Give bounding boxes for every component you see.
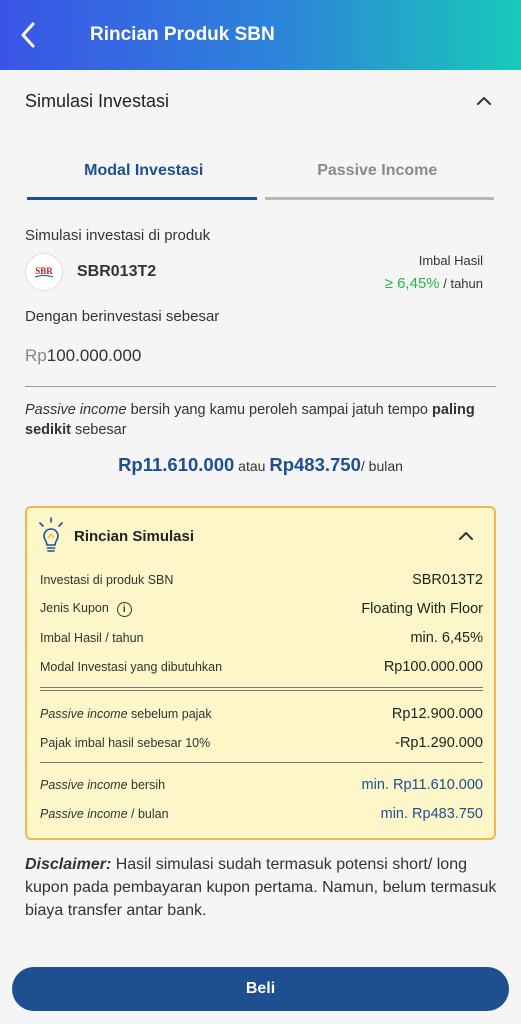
- row-label-rest: sebelum pajak: [127, 707, 212, 721]
- buy-button[interactable]: Beli: [12, 967, 509, 1011]
- tab-label: Modal Investasi: [84, 162, 204, 179]
- passive-text-end: sebesar: [70, 422, 127, 438]
- tab-indicator: [264, 197, 494, 200]
- detail-card-header[interactable]: Rincian Simulasi: [27, 508, 494, 564]
- divider: [40, 762, 483, 763]
- yield-value: ≥ 6,45% / tahun: [385, 275, 483, 292]
- page-title: Rincian Produk SBN: [90, 24, 275, 45]
- detail-row: Modal Investasi yang dibutuhkan Rp100.00…: [40, 659, 483, 675]
- row-value: Floating With Floor: [361, 601, 483, 617]
- row-label-italic: Passive income: [40, 807, 128, 821]
- product-intro-label: Simulasi investasi di produk: [25, 227, 211, 244]
- row-value: Rp12.900.000: [391, 706, 483, 722]
- info-icon[interactable]: i: [116, 601, 132, 617]
- section-title: Simulasi Investasi: [25, 90, 170, 111]
- passive-income-description: Passive income bersih yang kamu peroleh …: [25, 400, 497, 440]
- total-passive-income: Rp11.610.000: [118, 454, 235, 475]
- detail-row: Investasi di produk SBN SBR013T2: [40, 572, 483, 588]
- back-arrow-icon: [21, 22, 35, 48]
- chevron-up-icon[interactable]: [455, 525, 477, 547]
- row-value: Rp100.000.000: [383, 659, 483, 675]
- detail-row: Passive income bersih min. Rp11.610.000: [40, 777, 483, 793]
- row-label: Modal Investasi yang dibutuhkan: [40, 660, 223, 674]
- row-label-italic: Passive income: [40, 707, 128, 721]
- row-value: -Rp1.290.000: [395, 735, 483, 751]
- row-value: min. 6,45%: [410, 630, 483, 646]
- detail-row: Passive income / bulan min. Rp483.750: [40, 806, 483, 822]
- yield-number: ≥ 6,45%: [384, 275, 440, 292]
- row-label: Imbal Hasil / tahun: [40, 631, 144, 645]
- disclaimer-text: Disclaimer: Hasil simulasi sudah termasu…: [25, 853, 500, 922]
- amount-value: 100.000.000: [46, 346, 142, 365]
- chevron-up-icon[interactable]: [473, 90, 495, 112]
- tab-label: Passive Income: [317, 162, 438, 179]
- row-value: min. Rp11.610.000: [361, 777, 483, 793]
- simulation-detail-card: Rincian Simulasi Investasi di produk SBN…: [25, 506, 496, 840]
- row-label: Passive income / bulan: [40, 807, 169, 821]
- detail-row: Pajak imbal hasil sebesar 10% -Rp1.290.0…: [40, 735, 483, 751]
- detail-row: Jenis Kupon i Floating With Floor: [40, 601, 483, 617]
- row-label: Pajak imbal hasil sebesar 10%: [40, 736, 210, 750]
- passive-text-body: bersih yang kamu peroleh sampai jatuh te…: [126, 402, 433, 418]
- row-value: min. Rp483.750: [380, 806, 483, 822]
- row-label: Investasi di produk SBN: [40, 573, 174, 587]
- row-label-rest: Pajak imbal hasil sebesar 10%: [40, 736, 211, 750]
- top-app-bar: Rincian Produk SBN: [0, 0, 521, 70]
- monthly-passive-income: Rp483.750: [269, 454, 361, 475]
- yield-label: Imbal Hasil: [418, 253, 483, 268]
- double-divider: [40, 687, 483, 691]
- logo-text: SBR: [35, 266, 53, 276]
- row-label: Passive income bersih: [40, 778, 165, 792]
- detail-row: Imbal Hasil / tahun min. 6,45%: [40, 630, 483, 646]
- lightbulb-icon: [39, 517, 63, 552]
- passive-income-totals: Rp11.610.000 atau Rp483.750/ bulan: [0, 454, 521, 476]
- tab-passive-income[interactable]: Passive Income: [261, 150, 494, 202]
- simulation-tabs: Modal Investasi Passive Income: [27, 150, 494, 202]
- investment-amount-input[interactable]: Rp 100.000.000: [25, 340, 496, 387]
- connector-text: atau: [234, 458, 270, 474]
- product-code: SBR013T2: [77, 263, 157, 280]
- row-label-italic: Passive income: [40, 778, 128, 792]
- monthly-unit: / bulan: [360, 458, 403, 474]
- investment-label: Dengan berinvestasi sebesar: [25, 308, 220, 325]
- row-label-rest: / bulan: [127, 807, 169, 821]
- passive-text-italic: Passive income: [25, 402, 127, 418]
- yield-unit: / tahun: [439, 276, 483, 291]
- back-button[interactable]: [0, 0, 56, 70]
- row-label-wrap: Jenis Kupon i: [40, 601, 132, 617]
- product-logo: SBR: [25, 253, 63, 291]
- tab-indicator: [27, 197, 257, 200]
- row-label: Passive income sebelum pajak: [40, 707, 212, 721]
- tab-modal-investasi[interactable]: Modal Investasi: [27, 150, 261, 202]
- disclaimer-label: Disclaimer:: [25, 856, 112, 873]
- detail-card-title: Rincian Simulasi: [74, 527, 195, 545]
- currency-prefix: Rp: [25, 346, 47, 365]
- row-label-rest: bersih: [127, 778, 166, 792]
- row-value: SBR013T2: [412, 572, 483, 588]
- row-label: Jenis Kupon: [40, 601, 109, 616]
- simulation-section-header[interactable]: Simulasi Investasi: [0, 70, 521, 132]
- buy-button-label: Beli: [245, 980, 276, 997]
- detail-row: Passive income sebelum pajak Rp12.900.00…: [40, 706, 483, 722]
